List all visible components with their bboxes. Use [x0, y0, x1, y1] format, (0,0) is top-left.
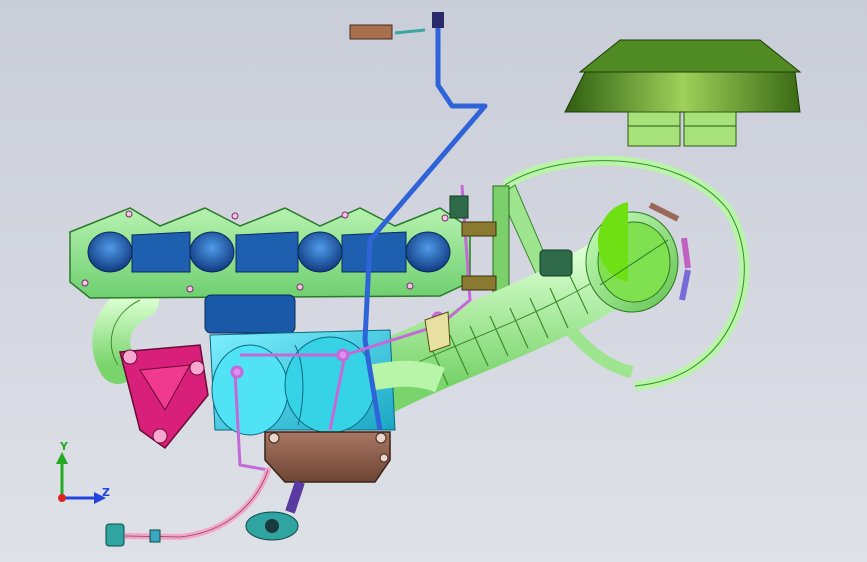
wastegate-actuator[interactable] [264, 431, 391, 483]
turbo-mounting-bracket[interactable] [119, 344, 209, 450]
engine-assembly-model[interactable] [0, 0, 867, 562]
coordinate-triad: Y Z [40, 438, 120, 518]
turbocharger[interactable] [204, 294, 445, 436]
air-filter-cover[interactable] [564, 39, 802, 147]
drain-flange[interactable] [245, 480, 305, 541]
oil-return-line[interactable] [105, 467, 271, 547]
support-bracket [424, 311, 451, 353]
graphics-viewport[interactable]: Y Z [0, 0, 867, 562]
z-axis-label: Z [102, 486, 110, 499]
x-axis-dot [58, 494, 66, 502]
exhaust-ports [87, 231, 451, 273]
y-axis-label: Y [60, 440, 68, 453]
exhaust-manifold[interactable] [69, 207, 471, 299]
y-axis-arrowhead [56, 452, 68, 464]
